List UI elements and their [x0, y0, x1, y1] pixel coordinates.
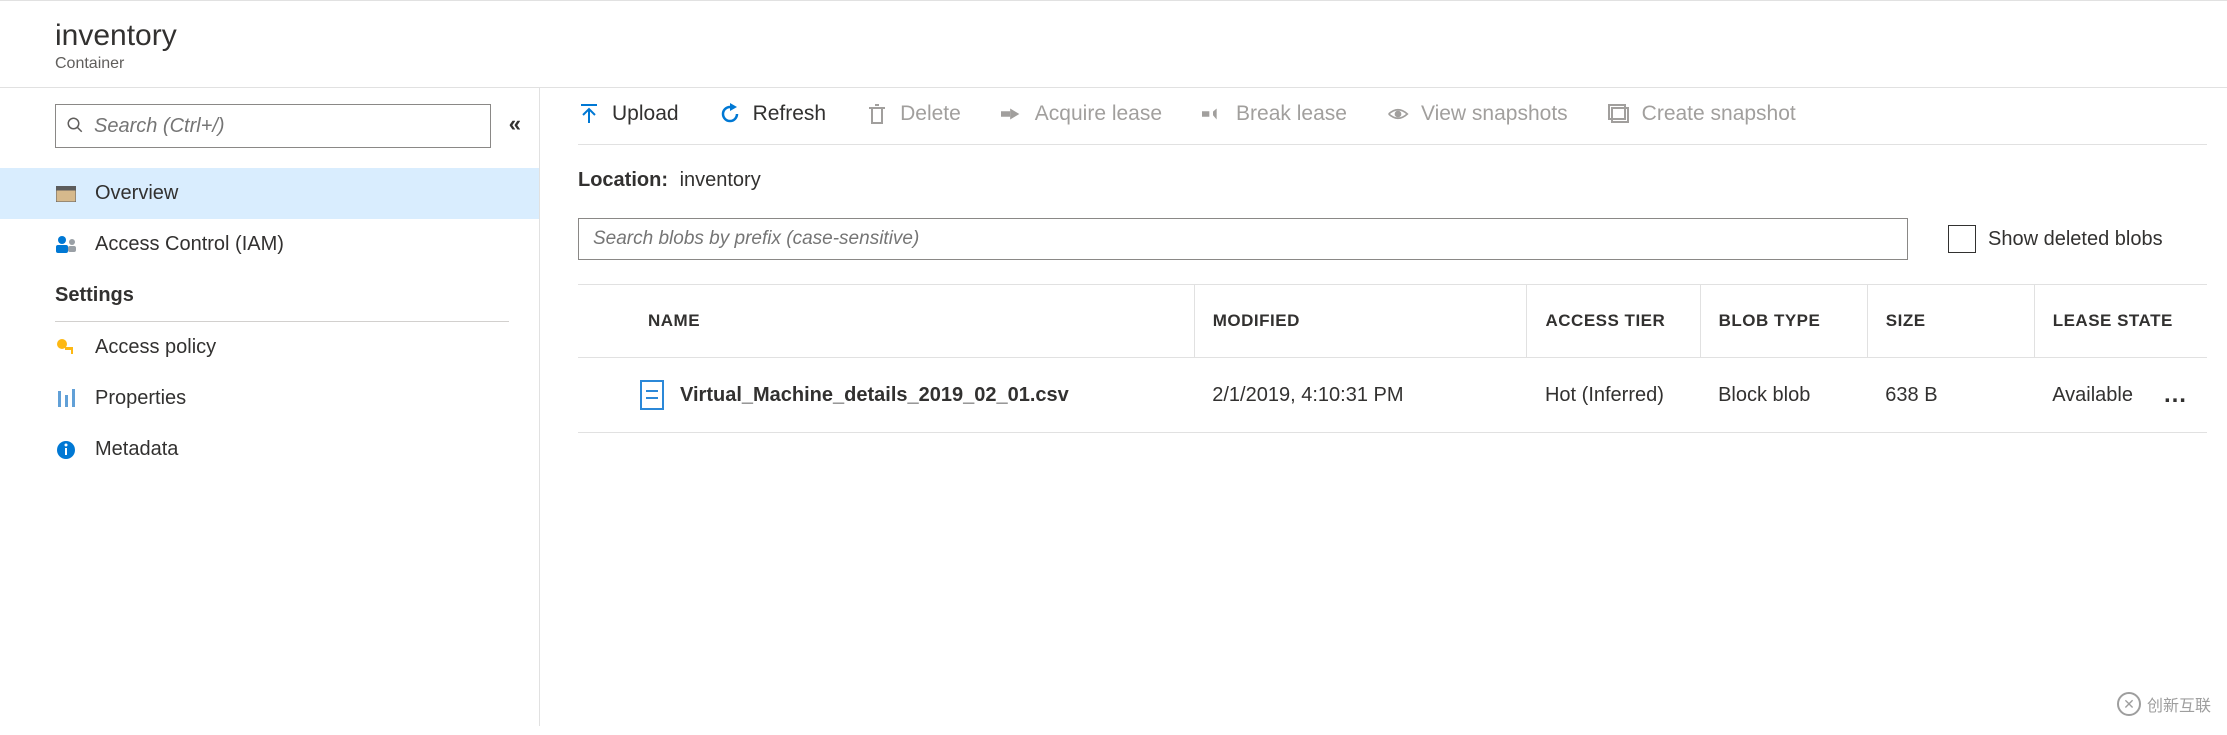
blob-type: Block blob	[1700, 358, 1867, 433]
toolbar-label: Upload	[612, 102, 679, 126]
sidebar-item-properties[interactable]: Properties	[0, 373, 539, 424]
show-deleted-label: Show deleted blobs	[1988, 228, 2163, 251]
sidebar-item-label: Access Control (IAM)	[95, 233, 284, 256]
checkbox-icon[interactable]	[1948, 225, 1976, 253]
upload-button[interactable]: Upload	[578, 102, 679, 126]
page-title: inventory	[55, 19, 2227, 53]
search-box[interactable]	[55, 104, 491, 148]
col-name[interactable]: NAME	[578, 285, 1194, 358]
watermark: ✕ 创新互联	[2117, 692, 2211, 716]
row-more-button[interactable]: …	[2163, 381, 2189, 409]
overview-icon	[55, 183, 77, 205]
break-lease-button: Break lease	[1202, 102, 1347, 126]
sidebar-item-label: Access policy	[95, 336, 216, 359]
main-panel: Upload Refresh Delete Acquire lease	[540, 88, 2227, 726]
upload-icon	[578, 103, 600, 125]
sidebar-item-label: Metadata	[95, 438, 178, 461]
toolbar-label: Create snapshot	[1642, 102, 1796, 126]
location-value: inventory	[680, 169, 761, 191]
refresh-icon	[719, 103, 741, 125]
sidebar-item-overview[interactable]: Overview	[0, 168, 539, 219]
sidebar: « Overview Access Control (IAM) Settings…	[0, 88, 540, 726]
blob-size: 638 B	[1867, 358, 2034, 433]
blob-modified: 2/1/2019, 4:10:31 PM	[1194, 358, 1527, 433]
toolbar-label: Acquire lease	[1035, 102, 1162, 126]
acquire-lease-icon	[1001, 103, 1023, 125]
page-header: inventory Container	[0, 1, 2227, 87]
show-deleted-checkbox[interactable]: Show deleted blobs	[1948, 225, 2163, 253]
delete-button: Delete	[866, 102, 961, 126]
toolbar-label: Break lease	[1236, 102, 1347, 126]
col-size[interactable]: SIZE	[1867, 285, 2034, 358]
toolbar-label: View snapshots	[1421, 102, 1568, 126]
blob-lease-state: Available	[2052, 384, 2133, 407]
file-icon	[640, 380, 664, 410]
trash-icon	[866, 103, 888, 125]
prefix-search-input[interactable]	[578, 218, 1908, 260]
blob-table: NAME MODIFIED ACCESS TIER BLOB TYPE SIZE…	[578, 284, 2207, 433]
collapse-sidebar-icon[interactable]: «	[509, 111, 529, 137]
info-icon	[55, 439, 77, 461]
watermark-text: 创新互联	[2147, 692, 2211, 716]
refresh-button[interactable]: Refresh	[719, 102, 827, 126]
properties-icon	[55, 388, 77, 410]
toolbar: Upload Refresh Delete Acquire lease	[578, 102, 2207, 145]
toolbar-label: Refresh	[753, 102, 827, 126]
iam-icon	[55, 234, 77, 256]
col-access-tier[interactable]: ACCESS TIER	[1527, 285, 1700, 358]
sidebar-item-access-policy[interactable]: Access policy	[0, 322, 539, 373]
blob-access-tier: Hot (Inferred)	[1527, 358, 1700, 433]
snapshot-icon	[1608, 103, 1630, 125]
sidebar-group-settings: Settings	[0, 270, 539, 321]
location-row: Location: inventory	[578, 145, 2207, 218]
search-input[interactable]	[94, 115, 480, 138]
toolbar-label: Delete	[900, 102, 961, 126]
key-icon	[55, 337, 77, 359]
sidebar-item-label: Overview	[95, 182, 178, 205]
sidebar-item-iam[interactable]: Access Control (IAM)	[0, 219, 539, 270]
blob-name: Virtual_Machine_details_2019_02_01.csv	[680, 384, 1069, 407]
sidebar-item-metadata[interactable]: Metadata	[0, 424, 539, 475]
col-lease-state[interactable]: LEASE STATE	[2034, 285, 2207, 358]
eye-icon	[1387, 103, 1409, 125]
col-blob-type[interactable]: BLOB TYPE	[1700, 285, 1867, 358]
break-lease-icon	[1202, 103, 1224, 125]
search-icon	[66, 116, 84, 137]
view-snapshots-button: View snapshots	[1387, 102, 1568, 126]
sidebar-item-label: Properties	[95, 387, 186, 410]
acquire-lease-button: Acquire lease	[1001, 102, 1162, 126]
col-modified[interactable]: MODIFIED	[1194, 285, 1527, 358]
table-row[interactable]: Virtual_Machine_details_2019_02_01.csv 2…	[578, 358, 2207, 433]
watermark-logo-icon: ✕	[2117, 692, 2141, 716]
create-snapshot-button: Create snapshot	[1608, 102, 1796, 126]
location-label: Location:	[578, 169, 668, 191]
page-subtitle: Container	[55, 55, 2227, 73]
